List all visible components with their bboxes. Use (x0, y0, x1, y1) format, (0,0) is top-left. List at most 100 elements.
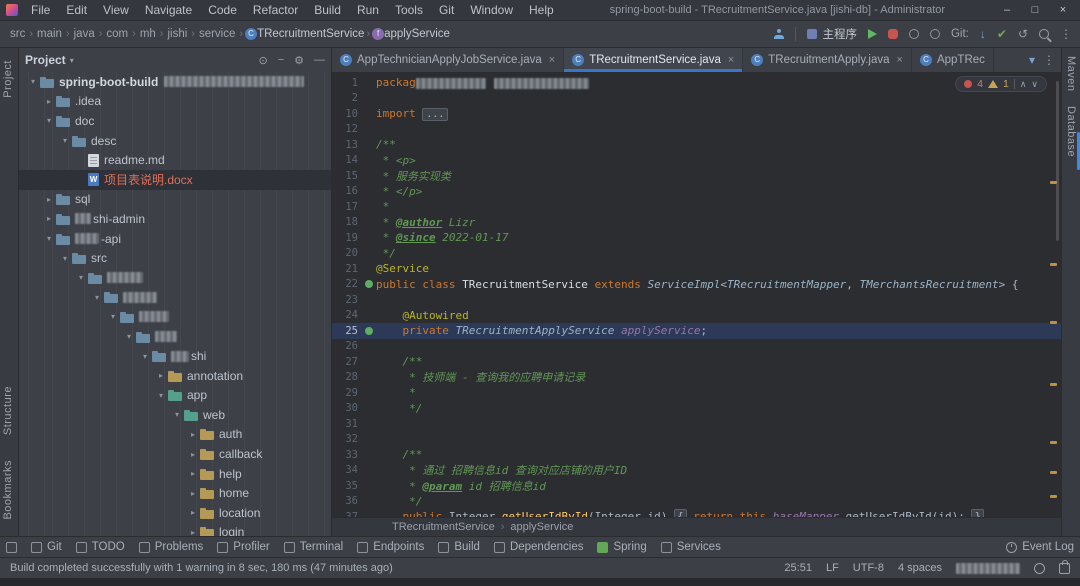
collapse-caret-icon[interactable]: ▸ (43, 97, 55, 106)
toolwindow-button-database[interactable]: Database (1065, 106, 1077, 157)
collapse-caret-icon[interactable]: ▸ (187, 450, 199, 459)
toolwindow-button-build[interactable]: Build (438, 541, 480, 553)
tree-item[interactable]: ▾ shi (19, 346, 331, 366)
tree-item[interactable]: ▸ shi-admin (19, 209, 331, 229)
breadcrumb-item[interactable]: mh (138, 28, 158, 40)
toolwindow-button-services[interactable]: Services (660, 541, 721, 553)
tree-item[interactable]: ▸ login (19, 523, 331, 536)
close-button[interactable]: × (1050, 4, 1076, 16)
tree-item[interactable]: ▸ help (19, 464, 331, 484)
tree-item[interactable]: ▸ callback (19, 444, 331, 464)
collapse-caret-icon[interactable]: ▸ (43, 195, 55, 204)
git-rollback-button[interactable]: ↺ (1018, 28, 1028, 40)
minimize-button[interactable]: – (994, 4, 1020, 16)
expand-caret-icon[interactable]: ▾ (91, 293, 103, 302)
project-tree[interactable]: ▾ spring-boot-build ▸ .idea ▾ doc ▾ desc readme.… (19, 72, 331, 536)
close-tab-icon[interactable]: × (728, 54, 734, 66)
tree-item[interactable]: W 项目表说明.docx (19, 169, 331, 190)
line-number[interactable]: 28 (332, 371, 362, 383)
expand-caret-icon[interactable]: ▾ (171, 410, 183, 419)
inspections-widget[interactable]: 4 1 ∧ ∨ (955, 76, 1047, 92)
editor-tab[interactable]: C TRecruitmentService.java × (564, 48, 744, 72)
readonly-lock-icon[interactable] (1059, 559, 1070, 574)
debug-button[interactable] (887, 29, 898, 39)
toolwindow-button-dependencies[interactable]: Dependencies (493, 541, 583, 553)
menu-git[interactable]: Git (432, 2, 461, 18)
line-number[interactable]: 23 (332, 294, 362, 306)
breadcrumb-item[interactable]: main (35, 28, 64, 40)
tree-item[interactable]: ▸ auth (19, 425, 331, 445)
collapse-all-icon[interactable]: − (278, 54, 284, 67)
collapse-caret-icon[interactable]: ▸ (187, 469, 199, 478)
expand-caret-icon[interactable]: ▾ (43, 234, 55, 243)
tree-item[interactable]: ▾ doc (19, 111, 331, 131)
git-update-button[interactable]: ↓ (980, 28, 986, 40)
line-number[interactable]: 12 (332, 123, 362, 135)
tree-item[interactable]: ▾ -api (19, 229, 331, 249)
line-number[interactable]: 34 (332, 464, 362, 476)
tree-item[interactable]: ▾ web (19, 405, 331, 425)
menu-build[interactable]: Build (307, 2, 348, 18)
line-number[interactable]: 35 (332, 480, 362, 492)
collapse-caret-icon[interactable]: ▸ (187, 508, 199, 517)
expand-caret-icon[interactable]: ▾ (123, 332, 135, 341)
editor-tab[interactable]: C AppTRec (912, 48, 994, 72)
line-number[interactable]: 26 (332, 340, 362, 352)
tab-options-icon[interactable]: ⋮ (1043, 53, 1055, 67)
tree-item[interactable]: ▾ desc (19, 131, 331, 151)
toolwindow-button-structure[interactable]: Structure (2, 386, 14, 435)
line-number[interactable]: 14 (332, 154, 362, 166)
build-status-message[interactable]: Build completed successfully with 1 warn… (10, 562, 393, 574)
line-number[interactable]: 17 (332, 201, 362, 213)
event-log-button[interactable]: Event Log (1006, 541, 1074, 553)
collapse-caret-icon[interactable]: ▸ (43, 214, 55, 223)
line-number[interactable]: 20 (332, 247, 362, 259)
tree-item[interactable]: ▸ .idea (19, 92, 331, 112)
breadcrumb-item[interactable]: jishi (165, 28, 189, 40)
code-editor[interactable]: 1 packag 2 10 import ... 12 13/** 14 * <p> 15 * … (332, 73, 1061, 517)
toolwindow-button-git[interactable]: Git (31, 541, 62, 553)
breadcrumb-field[interactable]: applyService (510, 521, 573, 533)
settings-gear-icon[interactable]: ⚙ (294, 54, 304, 67)
profiler-button[interactable] (929, 29, 940, 39)
toolwindow-button-maven[interactable]: Maven (1065, 56, 1077, 92)
more-options-icon[interactable]: ⋮ (1060, 27, 1072, 41)
git-commit-button[interactable]: ✔ (997, 28, 1007, 40)
editor-tab[interactable]: C AppTechnicianApplyJobService.java × (332, 48, 565, 72)
line-number[interactable]: 16 (332, 185, 362, 197)
expand-caret-icon[interactable]: ▾ (59, 254, 71, 263)
tree-item[interactable]: ▸ annotation (19, 366, 331, 386)
line-number[interactable]: 22 (332, 278, 362, 290)
tree-item[interactable]: ▾ (19, 268, 331, 288)
tree-item[interactable]: ▸ location (19, 503, 331, 523)
maximize-button[interactable]: □ (1022, 4, 1048, 16)
menu-navigate[interactable]: Navigate (138, 2, 199, 18)
line-number[interactable]: 32 (332, 433, 362, 445)
line-number[interactable]: 2 (332, 92, 362, 104)
line-number[interactable]: 30 (332, 402, 362, 414)
toolwindow-button-problems[interactable]: Problems (138, 541, 203, 553)
tree-item[interactable]: ▸ home (19, 483, 331, 503)
hide-panel-icon[interactable]: — (314, 54, 325, 67)
toolwindow-button-bookmarks[interactable]: Bookmarks (2, 460, 14, 520)
expand-caret-icon[interactable]: ▾ (27, 77, 39, 86)
toolwindow-button-project[interactable]: Project (2, 60, 14, 98)
menu-code[interactable]: Code (201, 2, 244, 18)
prev-inspection-icon[interactable]: ∧ (1020, 79, 1027, 90)
notifications-bell-icon[interactable] (1034, 562, 1045, 574)
collapse-caret-icon[interactable]: ▸ (187, 430, 199, 439)
expand-caret-icon[interactable]: ▾ (107, 312, 119, 321)
locate-file-icon[interactable]: ⊙ (258, 54, 267, 67)
line-number[interactable]: 29 (332, 387, 362, 399)
menu-run[interactable]: Run (350, 2, 386, 18)
line-number[interactable]: 24 (332, 309, 362, 321)
toolwindow-button-endpoints[interactable]: Endpoints (357, 541, 424, 553)
expand-caret-icon[interactable]: ▾ (75, 273, 87, 282)
expand-caret-icon[interactable]: ▾ (139, 352, 151, 361)
line-number[interactable]: 37 (332, 511, 362, 517)
editor-scrollbar[interactable] (1056, 81, 1059, 241)
breadcrumb-item[interactable]: service (197, 28, 237, 40)
line-separator[interactable]: LF (826, 562, 839, 574)
close-tab-icon[interactable]: × (549, 54, 555, 66)
breadcrumb-item[interactable]: java (72, 28, 97, 40)
